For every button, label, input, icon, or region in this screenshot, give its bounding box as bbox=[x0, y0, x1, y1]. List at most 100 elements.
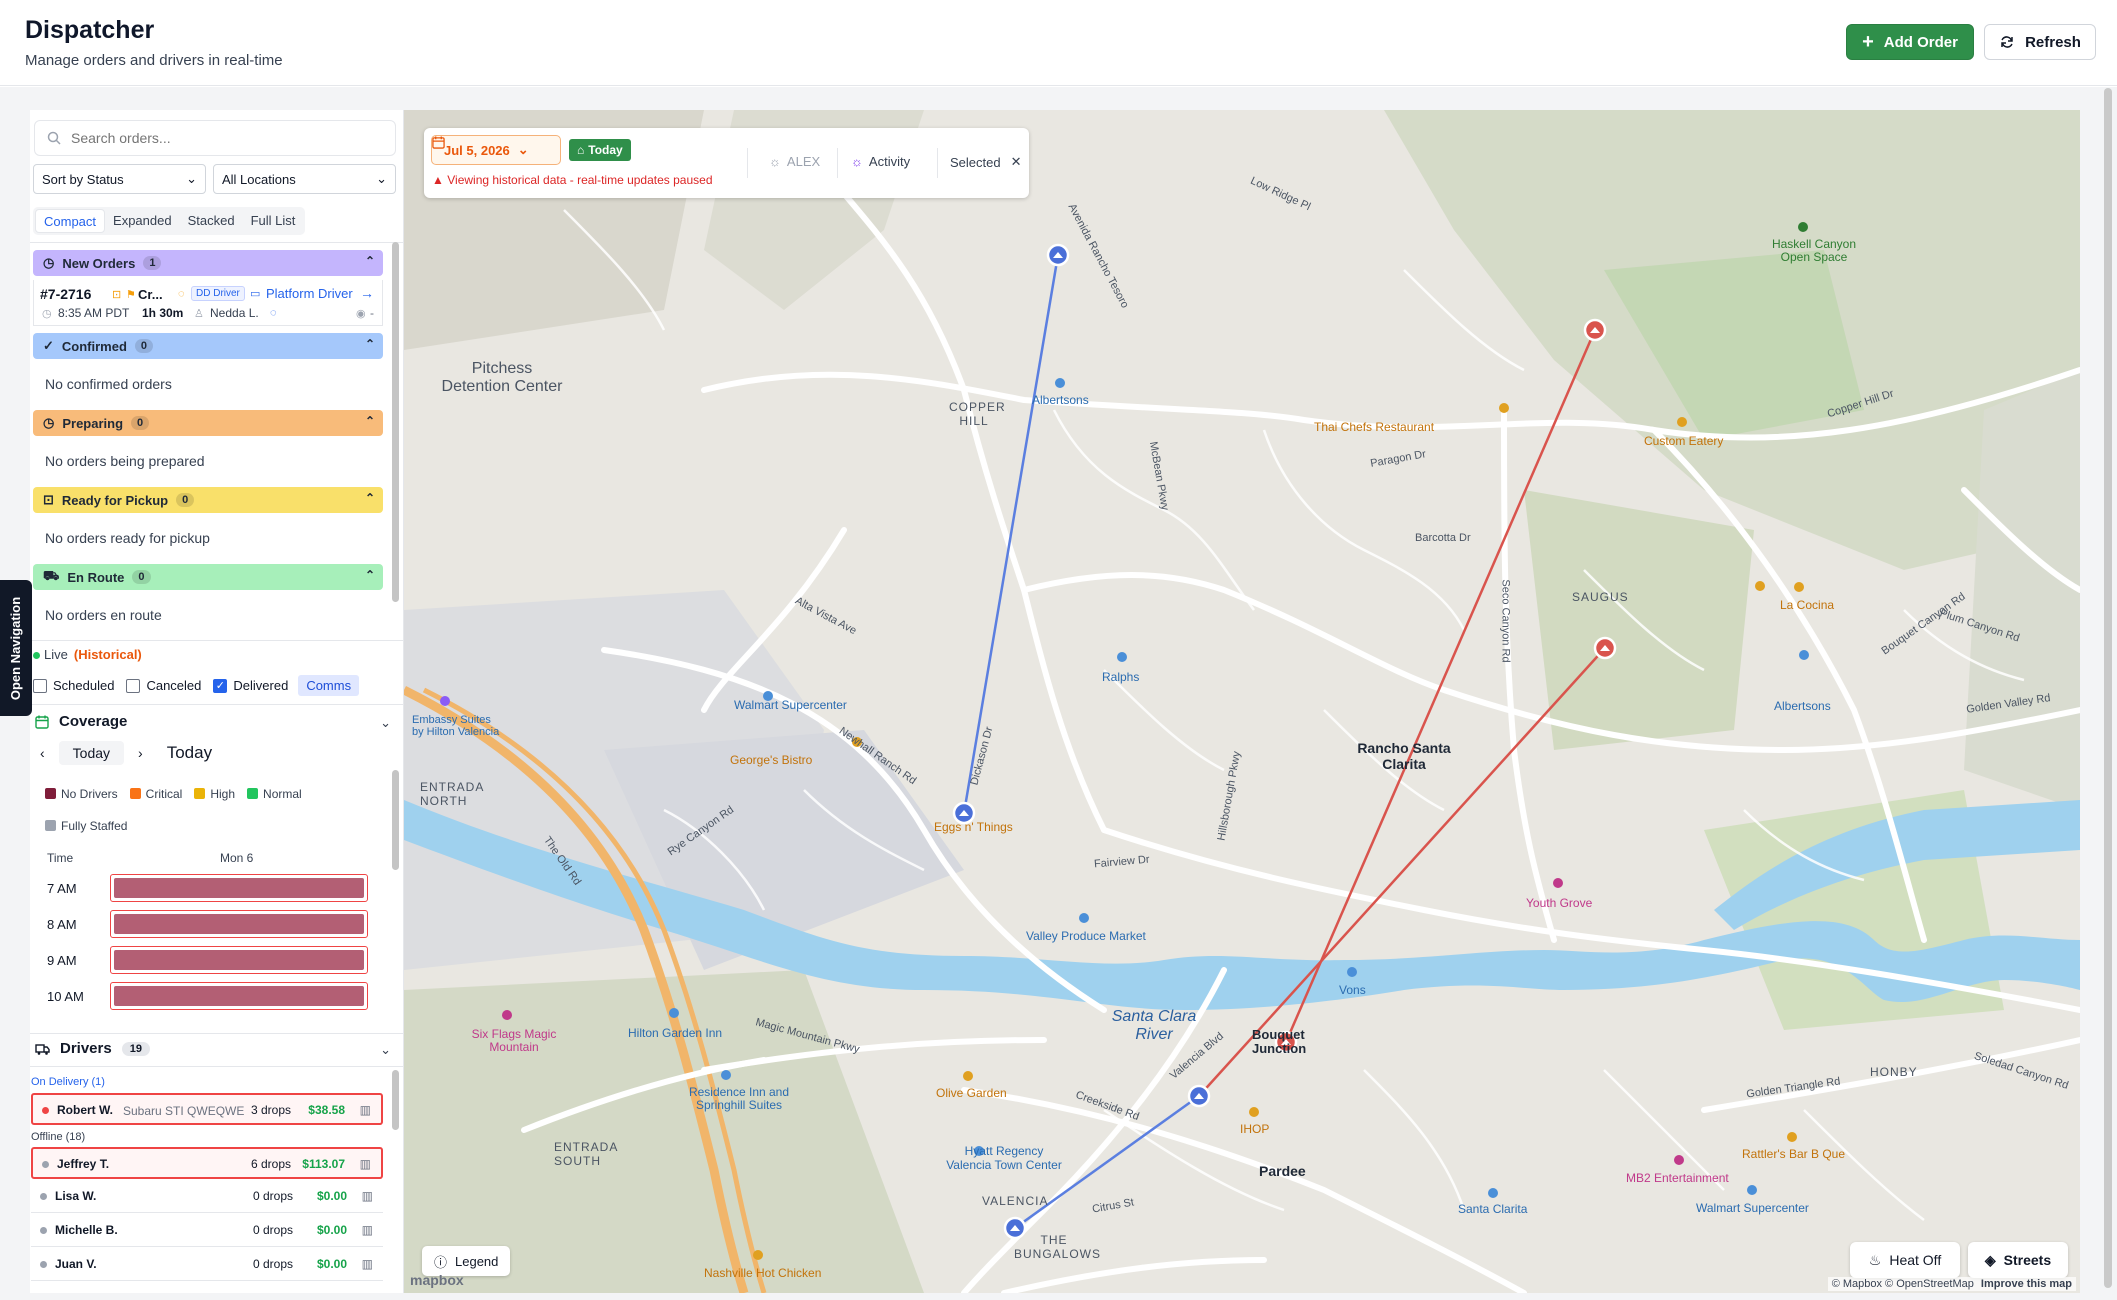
map-label-thai-chefs: Thai Chefs Restaurant bbox=[1314, 420, 1435, 434]
group-label: Ready for Pickup bbox=[61, 492, 169, 508]
group-count: 1 bbox=[143, 256, 162, 270]
chevron-up-icon[interactable]: ⌃ bbox=[365, 491, 375, 505]
driver-row[interactable]: Jeffrey T. 6 drops $113.07 ▥ bbox=[31, 1147, 383, 1179]
group-en-route[interactable]: ⛟ En Route 0 ⌃ bbox=[33, 564, 383, 590]
coverage-nav: ‹ Today › Today bbox=[40, 741, 212, 765]
divider bbox=[30, 1033, 403, 1034]
chevron-up-icon[interactable]: ⌃ bbox=[365, 568, 375, 582]
add-order-button[interactable]: + Add Order bbox=[1846, 24, 1974, 60]
driver-row[interactable]: Robert W. Subaru STI QWEQWE 3 drops $38.… bbox=[31, 1093, 383, 1125]
canceled-checkbox[interactable] bbox=[126, 678, 141, 693]
empty-confirmed: No confirmed orders bbox=[45, 376, 172, 392]
restaurant-marker[interactable] bbox=[1187, 1084, 1211, 1108]
refresh-button[interactable]: Refresh bbox=[1984, 24, 2096, 60]
coverage-scrollbar[interactable] bbox=[392, 770, 399, 870]
dispatch-map[interactable]: Pitchess Detention Center COPPER HILL SA… bbox=[404, 110, 2080, 1293]
tab-full-list[interactable]: Full List bbox=[243, 209, 304, 233]
coverage-row-label: 7 AM bbox=[47, 881, 77, 896]
coverage-header[interactable]: Coverage bbox=[35, 713, 127, 730]
page-title: Dispatcher bbox=[25, 16, 155, 44]
map-icon[interactable]: ▥ bbox=[362, 1189, 373, 1203]
coverage-cell[interactable] bbox=[110, 982, 368, 1010]
streets-style-button[interactable]: ◈ Streets bbox=[1968, 1242, 2068, 1278]
sort-select[interactable]: Sort by Status ⌄ bbox=[33, 164, 206, 194]
selected-filter[interactable]: Selected ✕ bbox=[950, 154, 1022, 170]
map-icon[interactable]: ▥ bbox=[362, 1257, 373, 1271]
chevron-right-icon[interactable]: › bbox=[138, 745, 143, 761]
improve-map-link[interactable]: Improve this map bbox=[1981, 1278, 2072, 1290]
search-box[interactable] bbox=[34, 120, 396, 156]
drivers-header[interactable]: Drivers 19 bbox=[35, 1040, 150, 1057]
bag-icon: ⊡ bbox=[43, 492, 54, 507]
chevron-left-icon[interactable]: ‹ bbox=[40, 745, 45, 761]
map-label-embassy-suites: Embassy Suites by Hilton Valencia bbox=[412, 714, 500, 739]
home-icon: ⌂ bbox=[577, 143, 585, 157]
refresh-label: Refresh bbox=[2025, 33, 2081, 51]
coverage-cell[interactable] bbox=[110, 946, 368, 974]
map-label-copper-hill: COPPER HILL bbox=[949, 400, 1006, 428]
scheduled-checkbox[interactable] bbox=[33, 678, 47, 693]
heat-toggle-button[interactable]: ♨ Heat Off bbox=[1850, 1242, 1960, 1278]
delivered-checkbox[interactable]: ✓ bbox=[213, 678, 228, 693]
map-icon[interactable]: ▥ bbox=[362, 1223, 373, 1237]
mapbox-logo[interactable]: mapbox bbox=[410, 1272, 464, 1288]
page-scrollbar[interactable] bbox=[2104, 88, 2112, 1288]
divider bbox=[30, 1066, 403, 1067]
orders-scrollbar[interactable] bbox=[392, 242, 399, 602]
location-select[interactable]: All Locations ⌄ bbox=[213, 164, 396, 194]
chevron-down-icon[interactable]: ⌄ bbox=[380, 1042, 391, 1058]
driver-row[interactable]: Juan V. 0 drops $0.00 ▥ bbox=[31, 1249, 383, 1281]
attribution-text[interactable]: © Mapbox © OpenStreetMap bbox=[1832, 1278, 1974, 1290]
chevron-up-icon[interactable]: ⌃ bbox=[365, 414, 375, 428]
chevron-up-icon[interactable]: ⌃ bbox=[365, 337, 375, 351]
driver-row[interactable]: Michelle B. 0 drops $0.00 ▥ bbox=[31, 1215, 383, 1247]
today-button[interactable]: ⌂ Today bbox=[569, 139, 631, 161]
chevron-down-icon[interactable]: ⌄ bbox=[380, 715, 391, 731]
drivers-scrollbar[interactable] bbox=[392, 1070, 399, 1130]
group-confirmed[interactable]: ✓ Confirmed 0 ⌃ bbox=[33, 333, 383, 359]
check-icon: ✓ bbox=[43, 338, 54, 353]
order-card[interactable]: #7-2716 ⊡ ⚑ Cr... ◌ DD Driver ▭ Platform… bbox=[33, 280, 383, 326]
restaurant-marker[interactable] bbox=[1046, 243, 1070, 267]
group-new-orders[interactable]: ◷ New Orders 1 ⌃ bbox=[33, 250, 383, 276]
status-dot bbox=[40, 1193, 47, 1200]
group-label: En Route bbox=[67, 569, 125, 585]
map-label-albertsons: Albertsons bbox=[1032, 393, 1089, 407]
driver-drops: 3 drops bbox=[250, 1103, 291, 1117]
group-preparing[interactable]: ◷ Preparing 0 ⌃ bbox=[33, 410, 383, 436]
close-icon[interactable]: ✕ bbox=[1011, 154, 1022, 170]
search-input[interactable] bbox=[71, 130, 371, 146]
road-label: Seco Canyon Rd bbox=[1499, 579, 1512, 663]
map-label-ihop: IHOP bbox=[1240, 1122, 1270, 1136]
coverage-cell[interactable] bbox=[110, 910, 368, 938]
route-line-blue bbox=[962, 254, 1060, 814]
map-icon[interactable]: ▥ bbox=[360, 1103, 371, 1117]
tab-expanded[interactable]: Expanded bbox=[105, 209, 180, 233]
map-label-albertsons: Albertsons bbox=[1774, 699, 1831, 713]
coverage-today-button[interactable]: Today bbox=[58, 741, 125, 765]
driver-name: Jeffrey T. bbox=[57, 1157, 110, 1171]
map-label-walmart: Walmart Supercenter bbox=[1696, 1201, 1809, 1215]
coverage-legend: Fully Staffed bbox=[45, 819, 127, 833]
open-navigation-button[interactable]: Open Navigation bbox=[0, 580, 32, 716]
alex-toggle[interactable]: ☼ ALEX bbox=[769, 154, 820, 169]
map-icon[interactable]: ▥ bbox=[360, 1157, 371, 1171]
driver-earnings: $0.00 bbox=[316, 1257, 347, 1271]
chevron-up-icon[interactable]: ⌃ bbox=[365, 254, 375, 268]
arrow-right-icon[interactable]: → bbox=[360, 285, 374, 301]
streets-label: Streets bbox=[2003, 1252, 2052, 1268]
tab-stacked[interactable]: Stacked bbox=[180, 209, 243, 233]
delivery-marker[interactable] bbox=[1583, 318, 1607, 342]
driver-row[interactable]: Lisa W. 0 drops $0.00 ▥ bbox=[31, 1181, 383, 1213]
platform-driver-link[interactable]: Platform Driver bbox=[266, 286, 353, 301]
group-ready-for-pickup[interactable]: ⊡ Ready for Pickup 0 ⌃ bbox=[33, 487, 383, 513]
divider bbox=[30, 640, 403, 641]
comms-button[interactable]: Comms bbox=[298, 675, 360, 696]
tab-compact[interactable]: Compact bbox=[35, 209, 106, 233]
activity-toggle[interactable]: ☼ Activity bbox=[851, 154, 910, 169]
order-time: 8:35 AM PDT bbox=[58, 306, 130, 320]
page-header: Dispatcher Manage orders and drivers in … bbox=[0, 0, 2117, 86]
delivery-marker[interactable] bbox=[1593, 636, 1617, 660]
coverage-cell[interactable] bbox=[110, 874, 368, 902]
date-picker-button[interactable]: Jul 5, 2026 ⌄ bbox=[431, 135, 561, 165]
